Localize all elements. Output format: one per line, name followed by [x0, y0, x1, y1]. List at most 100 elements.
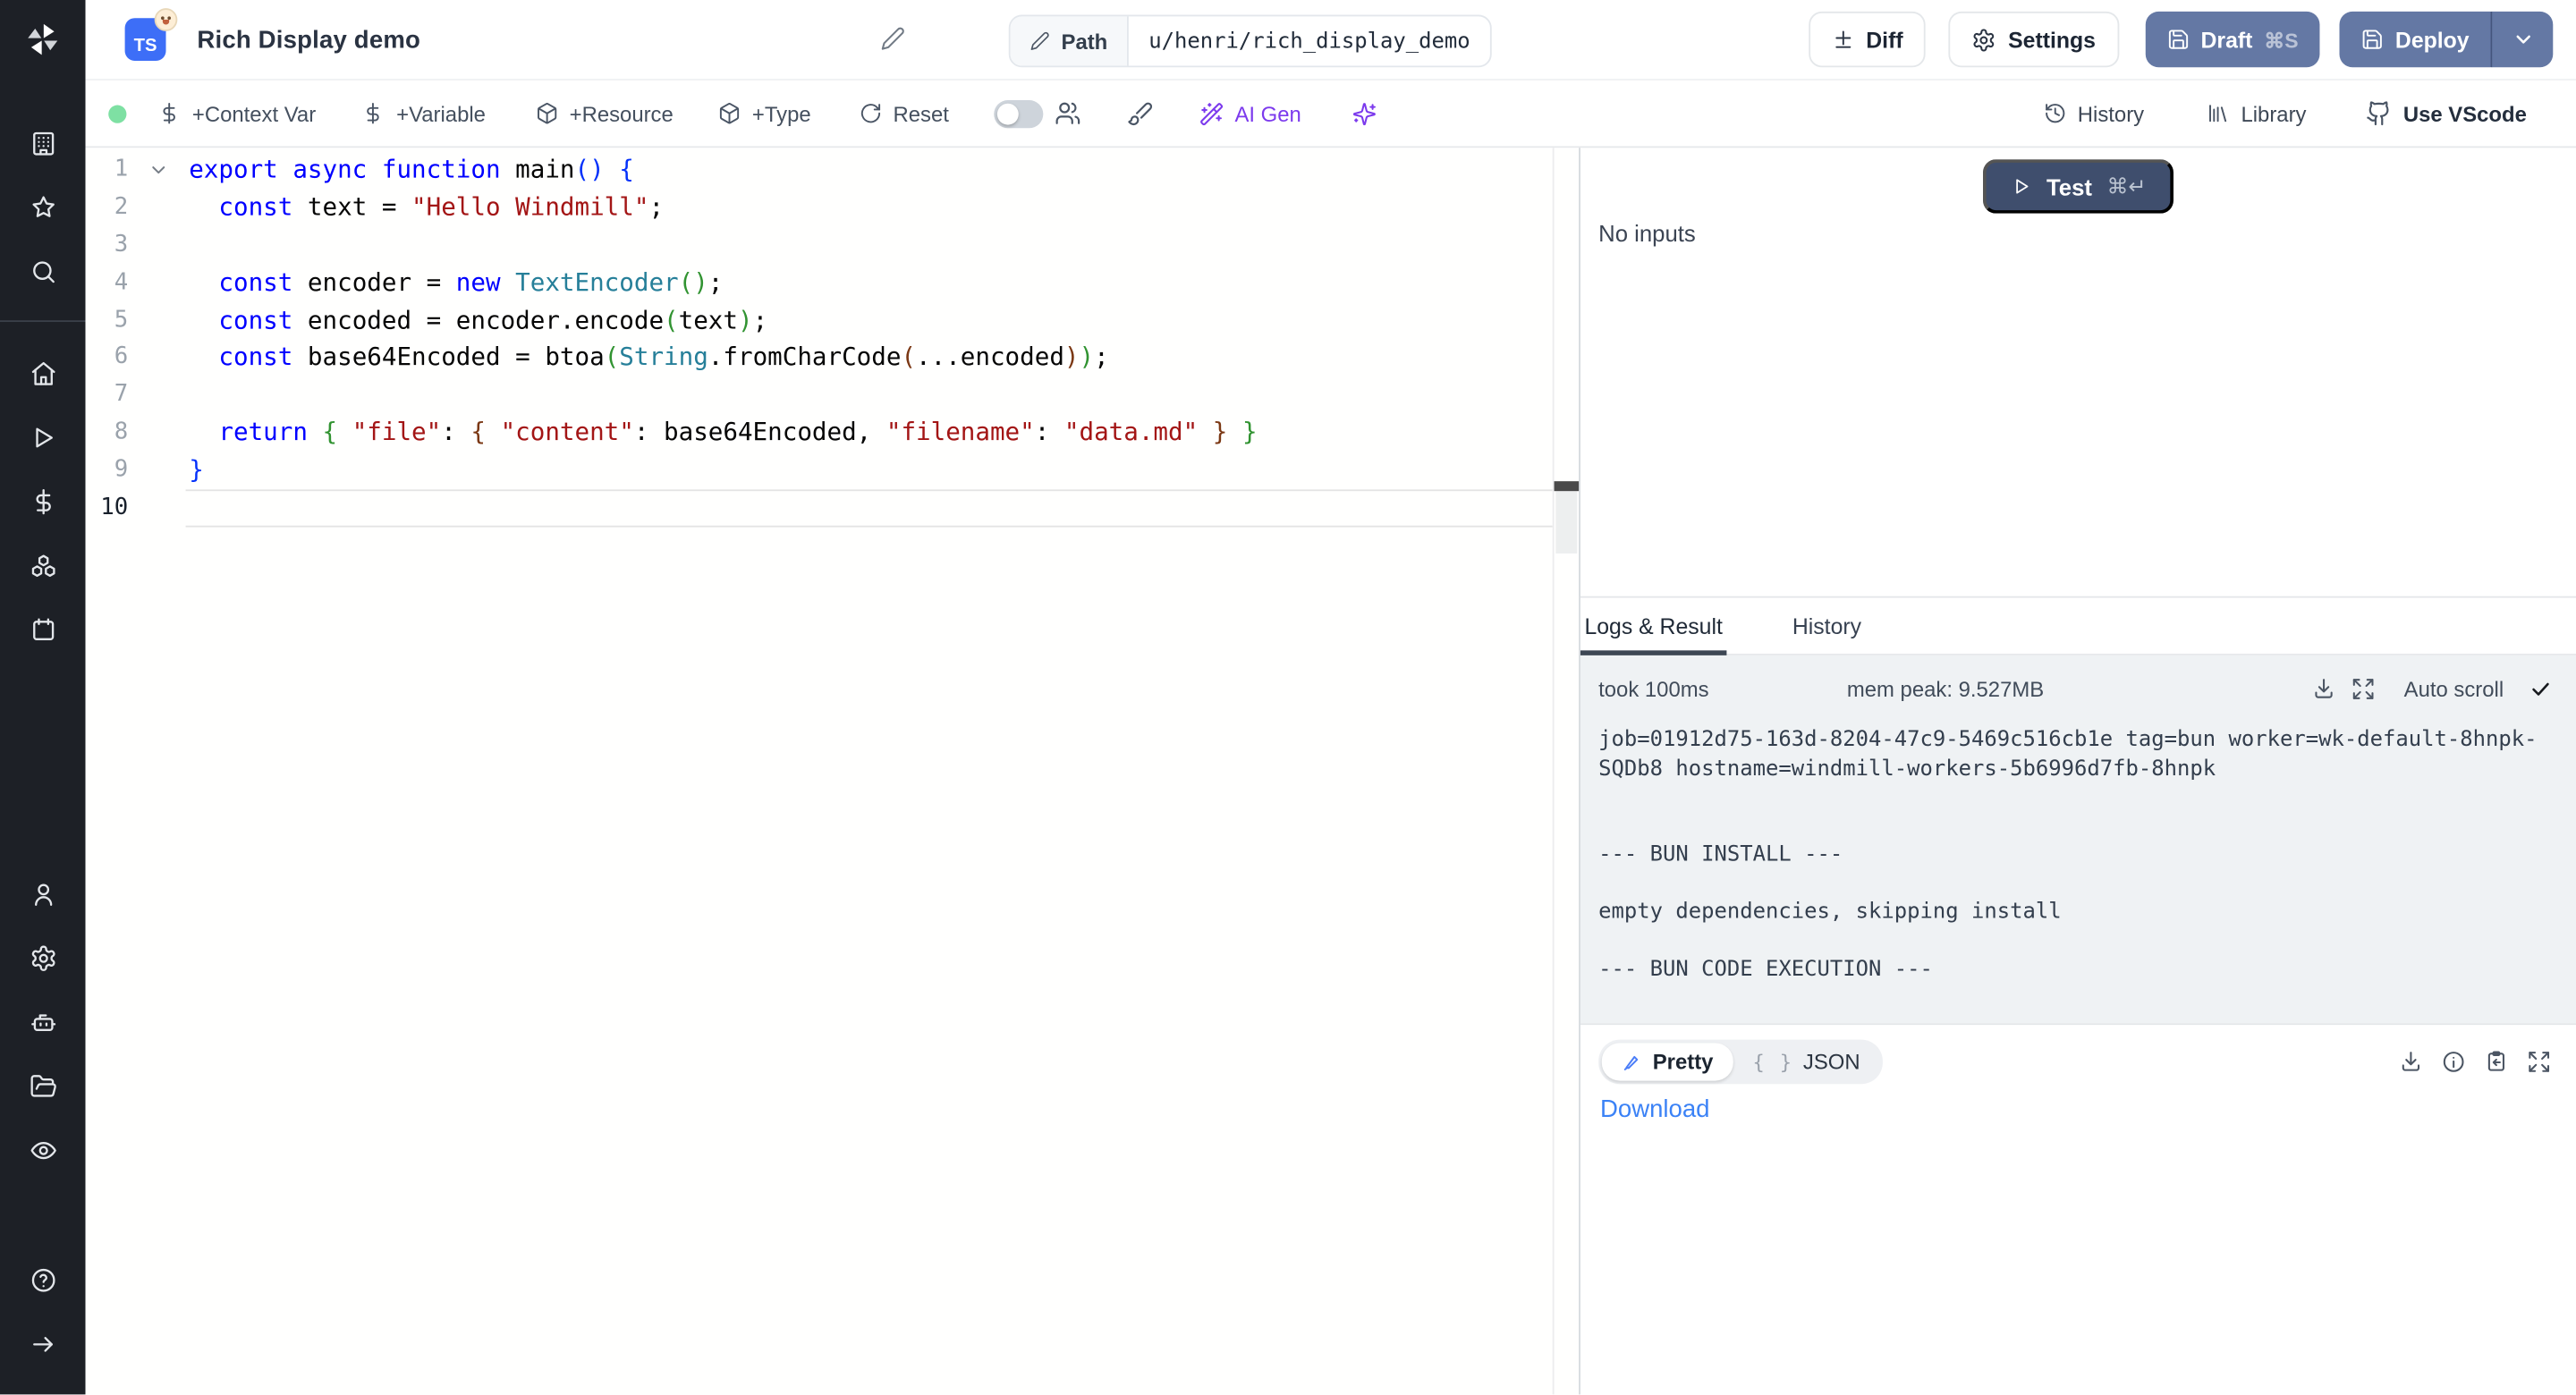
diff-icon: [1832, 28, 1855, 51]
reset-button[interactable]: Reset: [859, 101, 949, 126]
eye-icon[interactable]: [29, 1119, 56, 1183]
history-icon: [2043, 102, 2066, 125]
sidebar-group-workspace: [29, 342, 56, 662]
settings-button[interactable]: Settings: [1949, 12, 2119, 67]
download-link[interactable]: Download: [1600, 1095, 1710, 1123]
add-variable-button[interactable]: +Variable: [362, 101, 486, 126]
add-variable-label: +Variable: [396, 101, 486, 126]
line-number: 3: [86, 226, 129, 264]
sparkles-icon[interactable]: [1352, 101, 1377, 126]
deploy-label: Deploy: [2395, 27, 2470, 52]
star-icon[interactable]: [29, 176, 56, 241]
pretty-toggle-button[interactable]: Pretty: [1602, 1043, 1733, 1080]
test-label: Test: [2046, 173, 2092, 199]
result-toolbar: Pretty { } JSON: [1598, 1040, 2551, 1085]
sidebar-divider: [0, 320, 86, 322]
check-icon[interactable]: [2530, 678, 2552, 699]
code-line: 2 const text = "Hello Windmill";: [86, 189, 1553, 226]
line-number: 4: [86, 264, 129, 301]
save-icon: [2360, 28, 2384, 51]
multiplayer-icon[interactable]: [1054, 100, 1080, 126]
pretty-label: Pretty: [1653, 1050, 1714, 1075]
auto-scroll-label[interactable]: Auto scroll: [2404, 676, 2504, 701]
line-number: 1: [86, 151, 129, 189]
overview-ruler[interactable]: [1553, 148, 1579, 1394]
code-editor[interactable]: 1export async function main() {2 const t…: [86, 148, 1580, 1394]
left-sidebar: [0, 0, 86, 1394]
topbar: TS Rich Display demo Path u/henri/rich_d…: [86, 0, 2576, 80]
clipboard-copy-icon[interactable]: [2484, 1050, 2509, 1075]
dollar-icon[interactable]: [29, 469, 56, 534]
tab-logs-result[interactable]: Logs & Result: [1580, 598, 1726, 654]
expand-result-icon[interactable]: [2527, 1050, 2552, 1075]
ai-gen-button[interactable]: AI Gen: [1199, 101, 1301, 126]
library-button[interactable]: Library: [2207, 101, 2307, 126]
json-label: JSON: [1803, 1050, 1860, 1075]
language-badge-wrap: TS: [125, 18, 166, 61]
history-button[interactable]: History: [2043, 101, 2144, 126]
dollar-icon: [362, 102, 386, 125]
user-icon[interactable]: [29, 862, 56, 926]
quill-icon: [1622, 1052, 1643, 1073]
format-brush-icon[interactable]: [1126, 100, 1152, 126]
line-number: 6: [86, 339, 129, 376]
script-emoji: [155, 8, 178, 31]
save-icon: [2166, 28, 2190, 51]
play-icon: [2011, 176, 2032, 198]
wand-sparkles-icon: [1199, 101, 1224, 126]
result-view-toggle: Pretty { } JSON: [1598, 1040, 1883, 1085]
windmill-logo[interactable]: [0, 0, 86, 79]
package-icon: [717, 102, 741, 125]
add-resource-button[interactable]: +Resource: [535, 101, 674, 126]
settings-icon[interactable]: [29, 926, 56, 991]
code-line: 4 const encoder = new TextEncoder();: [86, 264, 1553, 301]
diff-button[interactable]: Diff: [1809, 12, 1926, 67]
line-number: 8: [86, 414, 129, 452]
bot-icon[interactable]: [29, 991, 56, 1055]
path-button[interactable]: Path u/henri/rich_display_demo: [1009, 15, 1492, 68]
expand-log-icon[interactable]: [2351, 676, 2377, 701]
json-toggle-button[interactable]: { } JSON: [1733, 1043, 1879, 1080]
deploy-dropdown-button[interactable]: [2490, 12, 2553, 67]
line-number: 10: [86, 489, 129, 527]
code-lines: 1export async function main() {2 const t…: [86, 148, 1553, 1394]
code-line: 5 const encoded = encoder.encode(text);: [86, 301, 1553, 339]
arrow-right-icon[interactable]: [29, 1313, 56, 1377]
dollar-icon: [157, 102, 181, 125]
editor-toolbar: +Context Var +Variable +Resource +Type R…: [86, 80, 2576, 148]
building-icon[interactable]: [29, 112, 56, 176]
sidebar-group-account: [29, 862, 56, 1182]
calendar-icon[interactable]: [29, 598, 56, 663]
download-log-icon[interactable]: [2312, 676, 2337, 701]
mem-peak-text: mem peak: 9.527MB: [1847, 676, 2044, 701]
library-icon: [2207, 102, 2230, 125]
diff-mode-toggle[interactable]: [993, 99, 1042, 127]
gear-icon: [1972, 27, 1997, 52]
fold-chevron-icon[interactable]: [128, 151, 189, 189]
use-vscode-button[interactable]: Use VScode: [2366, 100, 2527, 126]
home-icon[interactable]: [29, 342, 56, 406]
play-icon[interactable]: [29, 406, 56, 470]
result-section: Pretty { } JSON: [1580, 1023, 2576, 1394]
download-result-icon[interactable]: [2399, 1050, 2424, 1075]
add-context-var-button[interactable]: +Context Var: [157, 101, 316, 126]
add-type-button[interactable]: +Type: [717, 101, 810, 126]
tab-history[interactable]: History: [1779, 598, 1875, 654]
deploy-button[interactable]: Deploy: [2339, 12, 2490, 67]
sidebar-group-footer: [29, 1248, 56, 1383]
reset-label: Reset: [893, 101, 948, 126]
folder-icon[interactable]: [29, 1054, 56, 1119]
add-type-label: +Type: [752, 101, 811, 126]
boxes-icon[interactable]: [29, 534, 56, 598]
line-number: 2: [86, 189, 129, 226]
code-line: 7: [86, 376, 1553, 414]
help-icon[interactable]: [29, 1248, 56, 1313]
edit-title-icon[interactable]: [880, 26, 905, 51]
test-button[interactable]: Test ⌘↵: [1982, 159, 2174, 214]
code-line: 8 return { "file": { "content": base64En…: [86, 414, 1553, 452]
code-line: 6 const base64Encoded = btoa(String.from…: [86, 339, 1553, 376]
draft-button[interactable]: Draft ⌘S: [2145, 12, 2319, 67]
search-icon[interactable]: [29, 240, 56, 304]
info-icon[interactable]: [2441, 1050, 2466, 1075]
package-icon: [535, 102, 558, 125]
